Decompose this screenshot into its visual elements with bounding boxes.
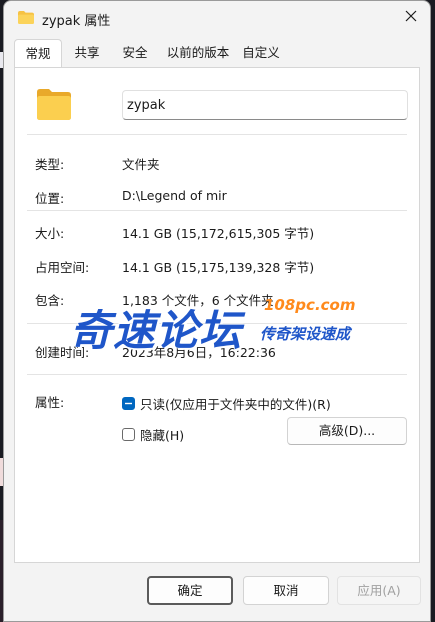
tab-security[interactable]: 安全 bbox=[112, 39, 158, 67]
properties-dialog: zypak 属性 常规 共享 安全 以前的版本 自定义 类型: 文件夹 位置: … bbox=[3, 0, 431, 622]
folder-icon bbox=[18, 11, 34, 24]
hidden-checkbox[interactable]: 隐藏(H) bbox=[122, 425, 184, 444]
readonly-checkbox[interactable]: 只读(仅应用于文件夹中的文件)(R) bbox=[122, 394, 331, 413]
advanced-button[interactable]: 高级(D)... bbox=[287, 417, 407, 445]
size-value: 14.1 GB (15,172,615,305 字节) bbox=[122, 226, 315, 241]
size-on-disk-label: 占用空间: bbox=[35, 260, 90, 275]
close-button[interactable] bbox=[398, 5, 424, 29]
folder-icon bbox=[37, 88, 71, 120]
cancel-button[interactable]: 取消 bbox=[243, 576, 329, 605]
watermark: 奇速论坛 108pc.com 传奇架设速成 bbox=[70, 293, 380, 355]
watermark-title: 奇速论坛 bbox=[70, 306, 243, 355]
size-on-disk-value: 14.1 GB (15,175,139,328 字节) bbox=[122, 260, 315, 275]
tab-previous-versions[interactable]: 以前的版本 bbox=[162, 39, 234, 67]
size-label: 大小: bbox=[35, 226, 65, 241]
readonly-checkbox-label: 只读(仅应用于文件夹中的文件)(R) bbox=[140, 397, 331, 412]
hidden-checkbox-label: 隐藏(H) bbox=[140, 428, 185, 443]
ok-button[interactable]: 确定 bbox=[147, 576, 233, 605]
window-title: zypak 属性 bbox=[42, 14, 111, 29]
apply-button[interactable]: 应用(A) bbox=[337, 576, 421, 605]
attributes-label: 属性: bbox=[35, 395, 65, 410]
divider bbox=[27, 210, 407, 211]
location-value: D:\Legend of mir bbox=[122, 188, 227, 203]
tab-sharing[interactable]: 共享 bbox=[64, 39, 110, 67]
divider bbox=[27, 134, 407, 135]
divider bbox=[27, 374, 407, 375]
checkbox-partial-icon bbox=[122, 397, 135, 410]
contains-label: 包含: bbox=[35, 293, 65, 308]
folder-name-input[interactable] bbox=[122, 90, 408, 120]
watermark-slogan: 传奇架设速成 bbox=[260, 325, 351, 343]
tab-general[interactable]: 常规 bbox=[14, 39, 62, 69]
checkbox-empty-icon bbox=[122, 428, 135, 441]
location-label: 位置: bbox=[35, 191, 65, 206]
type-value: 文件夹 bbox=[122, 157, 160, 172]
tab-customize[interactable]: 自定义 bbox=[236, 39, 286, 67]
type-label: 类型: bbox=[35, 157, 65, 172]
title-bar: zypak 属性 bbox=[4, 1, 430, 35]
close-icon bbox=[405, 10, 417, 25]
watermark-url: 108pc.com bbox=[264, 296, 356, 314]
